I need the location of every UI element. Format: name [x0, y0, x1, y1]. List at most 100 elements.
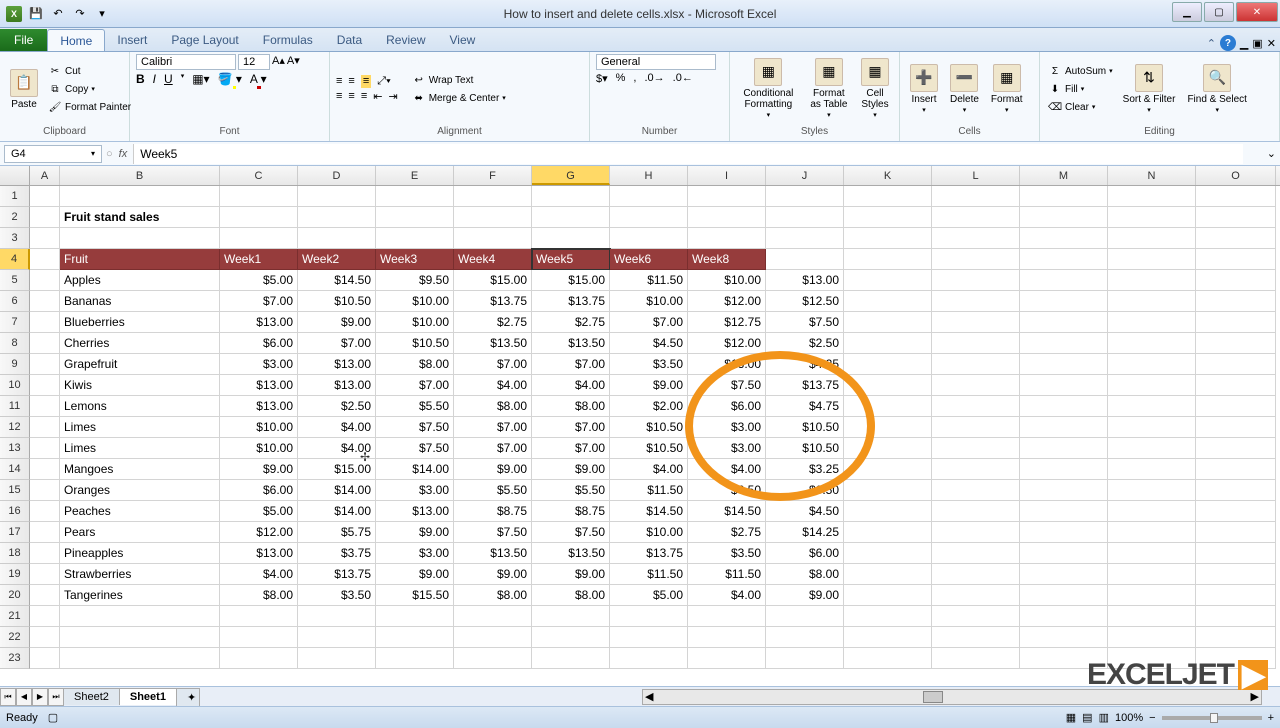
- maximize-button[interactable]: ▢: [1204, 2, 1234, 22]
- row-header-3[interactable]: 3: [0, 228, 30, 249]
- cell-C14[interactable]: $9.00: [220, 459, 298, 480]
- number-format-select[interactable]: [596, 54, 716, 70]
- cell-C1[interactable]: [220, 186, 298, 207]
- cell-C7[interactable]: $13.00: [220, 312, 298, 333]
- cell-H11[interactable]: $2.00: [610, 396, 688, 417]
- cell-H17[interactable]: $10.00: [610, 522, 688, 543]
- cell-B4[interactable]: Fruit: [60, 249, 220, 270]
- tab-home[interactable]: Home: [47, 29, 105, 51]
- cell-G5[interactable]: $15.00: [532, 270, 610, 291]
- cell-O3[interactable]: [1196, 228, 1276, 249]
- cell-D22[interactable]: [298, 627, 376, 648]
- col-header-D[interactable]: D: [298, 166, 376, 185]
- cell-G18[interactable]: $13.50: [532, 543, 610, 564]
- percent-icon[interactable]: %: [616, 72, 626, 85]
- cell-A15[interactable]: [30, 480, 60, 501]
- cell-C15[interactable]: $6.00: [220, 480, 298, 501]
- row-header-2[interactable]: 2: [0, 207, 30, 228]
- row-header-20[interactable]: 20: [0, 585, 30, 606]
- cell-F21[interactable]: [454, 606, 532, 627]
- row-header-14[interactable]: 14: [0, 459, 30, 480]
- cell-H1[interactable]: [610, 186, 688, 207]
- tab-insert[interactable]: Insert: [105, 29, 159, 51]
- cell-C5[interactable]: $5.00: [220, 270, 298, 291]
- col-header-A[interactable]: A: [30, 166, 60, 185]
- col-header-F[interactable]: F: [454, 166, 532, 185]
- cell-B10[interactable]: Kiwis: [60, 375, 220, 396]
- cell-C3[interactable]: [220, 228, 298, 249]
- cell-L17[interactable]: [932, 522, 1020, 543]
- cell-M9[interactable]: [1020, 354, 1108, 375]
- cell-H16[interactable]: $14.50: [610, 501, 688, 522]
- row-header-9[interactable]: 9: [0, 354, 30, 375]
- cell-E13[interactable]: $7.50: [376, 438, 454, 459]
- sheet-last-icon[interactable]: ⏭: [48, 688, 64, 706]
- qat-redo-icon[interactable]: ↷: [70, 4, 90, 24]
- cell-A3[interactable]: [30, 228, 60, 249]
- cell-E4[interactable]: Week3: [376, 249, 454, 270]
- cell-I9[interactable]: $13.00: [688, 354, 766, 375]
- cell-L12[interactable]: [932, 417, 1020, 438]
- cell-L13[interactable]: [932, 438, 1020, 459]
- increase-indent-icon[interactable]: ⇥: [388, 90, 397, 103]
- cell-F3[interactable]: [454, 228, 532, 249]
- cell-B15[interactable]: Oranges: [60, 480, 220, 501]
- col-header-G[interactable]: G: [532, 166, 610, 185]
- zoom-slider[interactable]: [1162, 716, 1262, 720]
- cell-M10[interactable]: [1020, 375, 1108, 396]
- cell-D8[interactable]: $7.00: [298, 333, 376, 354]
- sheet-tab-sheet2[interactable]: Sheet2: [63, 688, 120, 705]
- cell-F6[interactable]: $13.75: [454, 291, 532, 312]
- cell-M12[interactable]: [1020, 417, 1108, 438]
- cell-M11[interactable]: [1020, 396, 1108, 417]
- sort-filter-button[interactable]: ⇅Sort & Filter▾: [1119, 62, 1180, 117]
- cell-A20[interactable]: [30, 585, 60, 606]
- col-header-M[interactable]: M: [1020, 166, 1108, 185]
- cell-F9[interactable]: $7.00: [454, 354, 532, 375]
- view-break-icon[interactable]: ▥: [1099, 711, 1109, 724]
- cell-M8[interactable]: [1020, 333, 1108, 354]
- fill-button[interactable]: ⬇Fill▾: [1046, 81, 1115, 97]
- cell-M18[interactable]: [1020, 543, 1108, 564]
- cell-C10[interactable]: $13.00: [220, 375, 298, 396]
- cell-G22[interactable]: [532, 627, 610, 648]
- cell-I19[interactable]: $11.50: [688, 564, 766, 585]
- cell-F11[interactable]: $8.00: [454, 396, 532, 417]
- cell-J23[interactable]: [766, 648, 844, 669]
- cell-J10[interactable]: $13.75: [766, 375, 844, 396]
- cell-D7[interactable]: $9.00: [298, 312, 376, 333]
- row-header-11[interactable]: 11: [0, 396, 30, 417]
- cell-G14[interactable]: $9.00: [532, 459, 610, 480]
- cell-C17[interactable]: $12.00: [220, 522, 298, 543]
- cell-F4[interactable]: Week4: [454, 249, 532, 270]
- cell-K20[interactable]: [844, 585, 932, 606]
- cell-J8[interactable]: $2.50: [766, 333, 844, 354]
- cell-N20[interactable]: [1108, 585, 1196, 606]
- cell-D12[interactable]: $4.00: [298, 417, 376, 438]
- cell-C4[interactable]: Week1: [220, 249, 298, 270]
- cell-B20[interactable]: Tangerines: [60, 585, 220, 606]
- cell-N4[interactable]: [1108, 249, 1196, 270]
- cell-B17[interactable]: Pears: [60, 522, 220, 543]
- cell-A6[interactable]: [30, 291, 60, 312]
- cell-I4[interactable]: Week8: [688, 249, 766, 270]
- cell-J5[interactable]: $13.00: [766, 270, 844, 291]
- cell-N8[interactable]: [1108, 333, 1196, 354]
- cell-F19[interactable]: $9.00: [454, 564, 532, 585]
- cell-L20[interactable]: [932, 585, 1020, 606]
- cell-K1[interactable]: [844, 186, 932, 207]
- format-as-table-button[interactable]: ▦Format as Table▾: [805, 56, 853, 122]
- cell-O20[interactable]: [1196, 585, 1276, 606]
- col-header-J[interactable]: J: [766, 166, 844, 185]
- cell-H23[interactable]: [610, 648, 688, 669]
- cell-N1[interactable]: [1108, 186, 1196, 207]
- row-header-23[interactable]: 23: [0, 648, 30, 669]
- app-icon[interactable]: X: [4, 4, 24, 24]
- row-header-18[interactable]: 18: [0, 543, 30, 564]
- cell-K15[interactable]: [844, 480, 932, 501]
- cell-J6[interactable]: $12.50: [766, 291, 844, 312]
- cell-N13[interactable]: [1108, 438, 1196, 459]
- cell-E18[interactable]: $3.00: [376, 543, 454, 564]
- orientation-icon[interactable]: ⤢▾: [377, 75, 390, 88]
- cell-J20[interactable]: $9.00: [766, 585, 844, 606]
